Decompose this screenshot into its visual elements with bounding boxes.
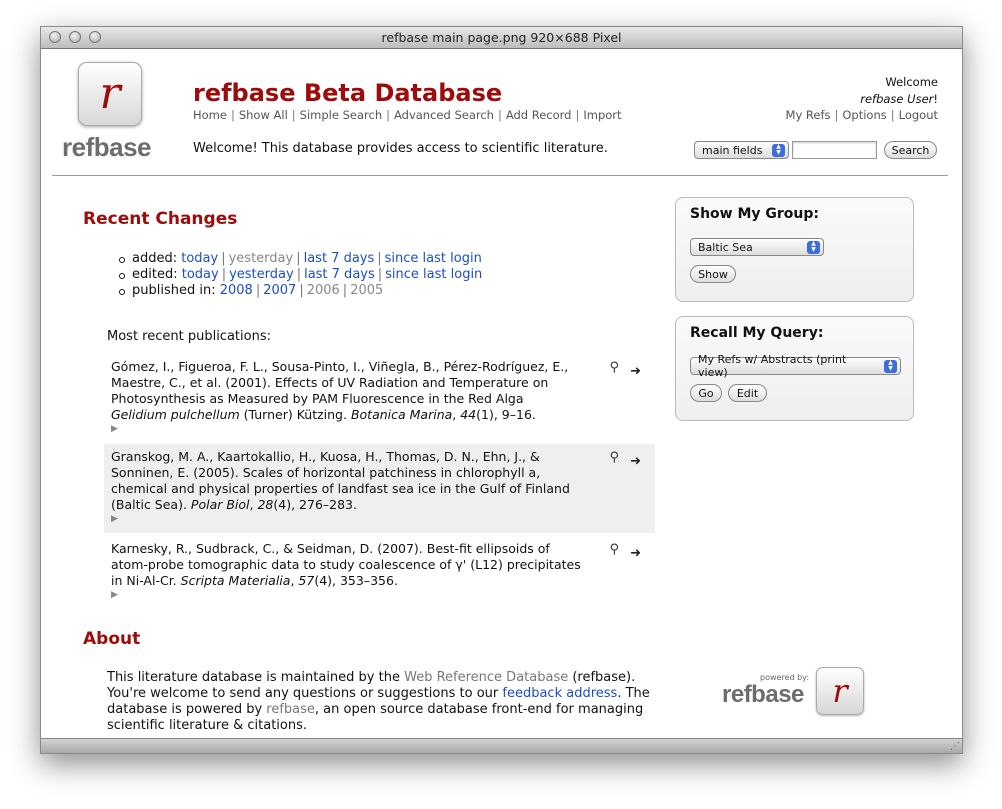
nav-home[interactable]: Home	[193, 108, 227, 122]
recent-publications-label: Most recent publications:	[107, 329, 271, 344]
recent-changes-heading: Recent Changes	[83, 209, 238, 229]
feedback-address-link[interactable]: feedback address	[502, 686, 617, 701]
publication-row: Karnesky, R., Sudbrack, C., & Seidman, D…	[111, 541, 641, 601]
nav-advanced-search[interactable]: Advanced Search	[394, 108, 494, 122]
publication-row: Granskog, M. A., Kaartokallio, H., Kuosa…	[104, 444, 655, 533]
about-heading: About	[83, 629, 141, 649]
show-my-group-heading: Show My Group:	[690, 206, 820, 222]
nav-add-record[interactable]: Add Record	[506, 108, 572, 122]
search-field-select[interactable]: main fields ▲ ▼	[694, 141, 789, 159]
options-link[interactable]: Options	[842, 108, 886, 122]
select-arrows-icon: ▲ ▼	[772, 143, 785, 157]
show-my-group-panel: Show My Group: Baltic Sea ▲ ▼ Show	[675, 197, 914, 302]
search-button[interactable]: Search	[884, 141, 937, 159]
expand-details-icon[interactable]: ▶	[111, 589, 581, 601]
magnifier-icon[interactable]: ⚲	[609, 542, 619, 558]
powered-by-wordmark: refbase	[722, 681, 804, 708]
expand-details-icon[interactable]: ▶	[111, 513, 581, 525]
show-record-arrow-icon[interactable]: ➜	[630, 364, 641, 380]
edited-last7-link[interactable]: last 7 days	[304, 267, 375, 282]
my-refs-link[interactable]: My Refs	[786, 108, 831, 122]
edited-row: edited: today | yesterday | last 7 days | sinc…	[119, 267, 482, 283]
select-arrows-icon: ▲ ▼	[884, 359, 897, 373]
quick-search-input[interactable]	[792, 141, 877, 159]
window-title: refbase main page.png 920×688 Pixel	[381, 30, 622, 45]
published-2007-link[interactable]: 2007	[263, 283, 296, 298]
added-yesterday: yesterday	[228, 251, 294, 266]
group-select[interactable]: Baltic Sea ▲ ▼	[690, 238, 824, 256]
refbase-link[interactable]: refbase	[266, 702, 315, 717]
published-2006: 2006	[306, 283, 340, 298]
page-content: r refbase refbase Beta Database Home | Sho…	[41, 49, 962, 738]
logo-wordmark: refbase	[62, 132, 152, 162]
published-2008-link[interactable]: 2008	[220, 283, 253, 298]
logo-letter: r	[99, 68, 121, 119]
resize-grip-icon[interactable]: ⋰	[950, 741, 960, 752]
publication-row: Gómez, I., Figueroa, F. L., Sousa-Pinto,…	[111, 359, 641, 435]
show-record-arrow-icon[interactable]: ➜	[630, 454, 641, 470]
recent-changes-list: added: today | yesterday | last 7 days | since…	[119, 251, 482, 299]
added-row: added: today | yesterday | last 7 days | since…	[119, 251, 482, 267]
query-select[interactable]: My Refs w/ Abstracts (print view) ▲ ▼	[690, 353, 901, 379]
edited-yesterday-link[interactable]: yesterday	[229, 267, 294, 282]
powered-by-logo: r	[816, 667, 864, 715]
edit-query-button[interactable]: Edit	[728, 384, 767, 402]
show-record-arrow-icon[interactable]: ➜	[630, 546, 641, 562]
go-button[interactable]: Go	[690, 384, 722, 402]
refbase-logo[interactable]: r	[78, 62, 142, 126]
main-nav: Home | Show All | Simple Search | Advanced Sea…	[193, 108, 622, 122]
about-text: This literature database is maintained b…	[107, 670, 650, 733]
title-bar: refbase main page.png 920×688 Pixel	[41, 27, 962, 49]
edited-since-login-link[interactable]: since last login	[385, 267, 482, 282]
powered-by-badge[interactable]: powered by: refbase r	[722, 667, 867, 723]
browser-window: refbase main page.png 920×688 Pixel r re…	[40, 26, 963, 754]
user-greeting: Welcome refbase User!	[860, 75, 938, 106]
header-divider	[52, 175, 948, 176]
select-arrows-icon: ▲ ▼	[807, 240, 820, 254]
user-nav: My Refs | Options | Logout	[785, 108, 938, 122]
added-today-link[interactable]: today	[181, 251, 218, 266]
recall-my-query-panel: Recall My Query: My Refs w/ Abstracts (p…	[675, 316, 914, 421]
magnifier-icon[interactable]: ⚲	[609, 360, 619, 376]
nav-import[interactable]: Import	[583, 108, 621, 122]
nav-show-all[interactable]: Show All	[239, 108, 288, 122]
web-reference-database-link[interactable]: Web Reference Database	[404, 670, 568, 685]
published-row: published in: 2008 | 2007 | 2006 | 2005	[119, 283, 482, 299]
recall-my-query-heading: Recall My Query:	[690, 325, 824, 341]
welcome-message: Welcome! This database provides access t…	[193, 141, 608, 156]
nav-simple-search[interactable]: Simple Search	[300, 108, 382, 122]
added-last7-link[interactable]: last 7 days	[304, 251, 375, 266]
edited-today-link[interactable]: today	[182, 267, 219, 282]
expand-details-icon[interactable]: ▶	[111, 423, 581, 435]
added-since-login-link[interactable]: since last login	[385, 251, 482, 266]
published-2005: 2005	[350, 283, 384, 298]
magnifier-icon[interactable]: ⚲	[609, 450, 619, 466]
status-bar: ⋰	[41, 738, 962, 753]
page-title: refbase Beta Database	[193, 79, 503, 107]
logout-link[interactable]: Logout	[899, 108, 938, 122]
greeting-label: Welcome	[885, 75, 938, 89]
user-name: refbase User	[860, 92, 934, 106]
show-group-button[interactable]: Show	[690, 265, 736, 283]
